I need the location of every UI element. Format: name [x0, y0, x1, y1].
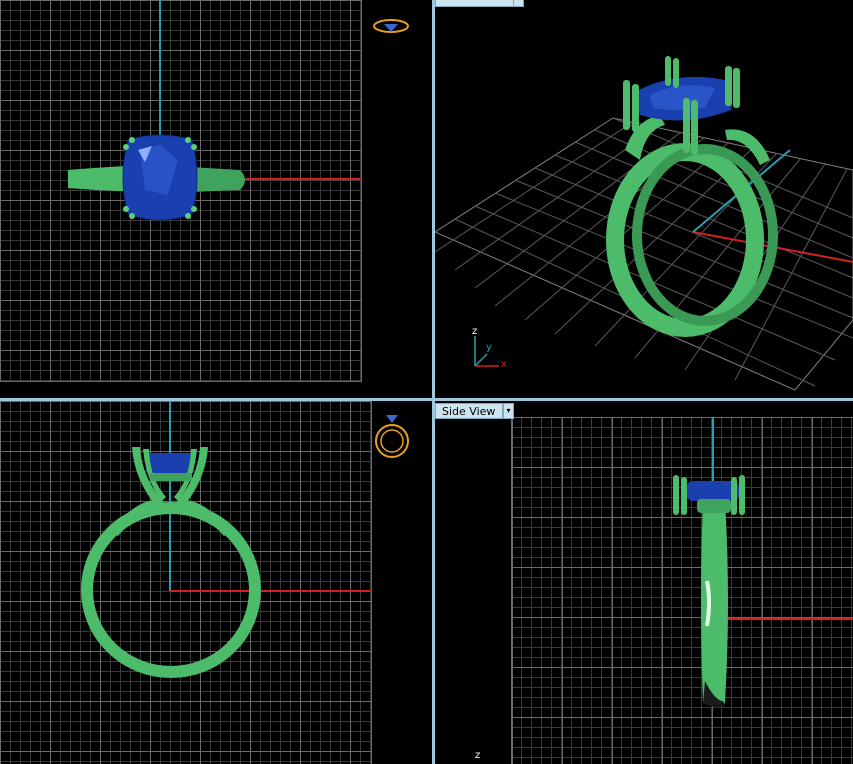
axis-label-y: y	[486, 342, 492, 353]
side-view-canvas	[673, 417, 853, 708]
viewport-dropdown-side-view[interactable]: ▾	[503, 403, 514, 419]
viewport-front-view[interactable]	[0, 401, 432, 764]
axis-label-x: x	[501, 359, 507, 370]
cathedral-arm-right	[178, 500, 232, 536]
viewport-perspective[interactable]: z y x	[435, 0, 853, 398]
viewport-top-view[interactable]	[0, 0, 432, 398]
viewport-splitter-vertical[interactable]	[432, 0, 435, 764]
viewport-label-side-view[interactable]: Side View	[435, 403, 503, 419]
axis-label-z: z	[475, 750, 481, 761]
viewport-side-view[interactable]: Side View ▾ z	[435, 401, 853, 764]
viewport-label-perspective[interactable]	[435, 0, 515, 7]
axis-label-z: z	[472, 326, 478, 337]
ring-shank-top-right	[190, 167, 245, 192]
cathedral-arm-left	[110, 500, 162, 536]
ring-shank-side	[701, 501, 728, 706]
gemstone-front	[146, 453, 194, 475]
viewport-splitter-horizontal[interactable]	[0, 398, 853, 401]
nav-ring-icon[interactable]	[372, 411, 412, 463]
viewport-dropdown-perspective[interactable]	[513, 0, 524, 7]
front-view-canvas	[81, 401, 372, 678]
perspective-canvas	[435, 56, 853, 391]
top-view-canvas	[68, 0, 362, 221]
nav-cube-icon[interactable]	[372, 16, 410, 36]
